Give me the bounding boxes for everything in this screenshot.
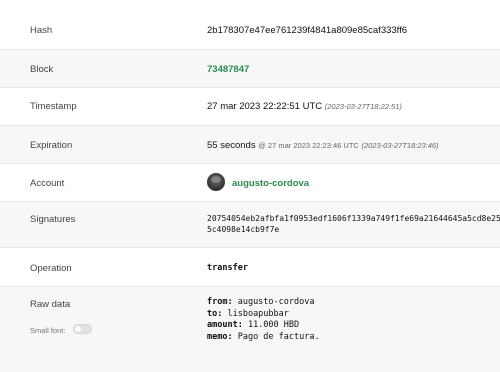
small-font-label: Small font: — [30, 326, 66, 335]
hash-value: 2b178307e47ee761239f4841a809e85caf333ff6 — [207, 25, 408, 36]
row-hash: Hash 2b178307e47ee761239f4841a809e85caf3… — [0, 0, 500, 49]
avatar-icon[interactable] — [207, 173, 225, 191]
block-link[interactable]: 73487847 — [207, 64, 249, 75]
raw-key: amount: — [207, 320, 243, 330]
raw-line: amount: 11.000 HBD — [207, 320, 320, 332]
row-block: Block 73487847 — [0, 49, 500, 87]
raw-key: memo: — [207, 331, 233, 342]
expiration-iso: (2023-03-27T18:23:46) — [361, 141, 439, 150]
signature-line-2: 5c4098e14cb9f7e — [207, 225, 280, 234]
transaction-details-table: Hash 2b178307e47ee761239f4841a809e85caf3… — [0, 0, 500, 372]
block-label: Block — [30, 64, 54, 75]
raw-line: from: augusto-cordova — [207, 297, 320, 309]
raw-val: 11.000 HBD — [242, 320, 300, 330]
raw-key: to: — [207, 308, 223, 319]
timestamp-value: 27 mar 2023 22:22:51 UTC (2023-03-27T18:… — [207, 101, 402, 112]
signature-line-1: 20754054eb2afbfa1f0953edf1606f1339a749f1… — [207, 214, 500, 223]
expiration-value: 55 seconds @ 27 mar 2023 22:23:46 UTC (2… — [207, 140, 439, 151]
expiration-at: @ 27 mar 2023 22:23:46 UTC — [258, 141, 359, 150]
raw-line: to: lisboapubbar — [207, 309, 320, 321]
expiration-label: Expiration — [30, 140, 73, 151]
row-raw-data: Raw data Small font: from: augusto-cordo… — [0, 286, 500, 372]
small-font-toggle[interactable] — [73, 324, 92, 334]
row-timestamp: Timestamp 27 mar 2023 22:22:51 UTC (2023… — [0, 87, 500, 125]
raw-val: Pago de factura. — [232, 331, 320, 342]
row-expiration: Expiration 55 seconds @ 27 mar 2023 22:2… — [0, 125, 500, 163]
row-operation: Operation transfer — [0, 247, 500, 286]
timestamp-utc: 27 mar 2023 22:22:51 UTC — [207, 101, 323, 112]
operation-value: transfer — [207, 263, 248, 273]
account-label: Account — [30, 178, 65, 189]
raw-key: from: — [207, 297, 233, 307]
operation-label: Operation — [30, 263, 72, 274]
row-signatures: Signatures 20754054eb2afbfa1f0953edf1606… — [0, 201, 500, 247]
timestamp-iso: (2023-03-27T18:22:51) — [324, 102, 402, 111]
raw-val: augusto-cordova — [232, 297, 315, 307]
expiration-seconds: 55 seconds — [207, 140, 256, 151]
signatures-label: Signatures — [30, 214, 76, 225]
row-account: Account augusto-cordova — [0, 163, 500, 201]
raw-line: memo: Pago de factura. — [207, 332, 320, 344]
raw-data-block: from: augusto-cordova to: lisboapubbar a… — [207, 297, 320, 343]
hash-label: Hash — [30, 25, 53, 36]
account-link[interactable]: augusto-cordova — [232, 178, 309, 189]
raw-data-label: Raw data — [30, 299, 71, 310]
timestamp-label: Timestamp — [30, 101, 77, 112]
raw-val: lisboapubbar — [222, 308, 289, 319]
